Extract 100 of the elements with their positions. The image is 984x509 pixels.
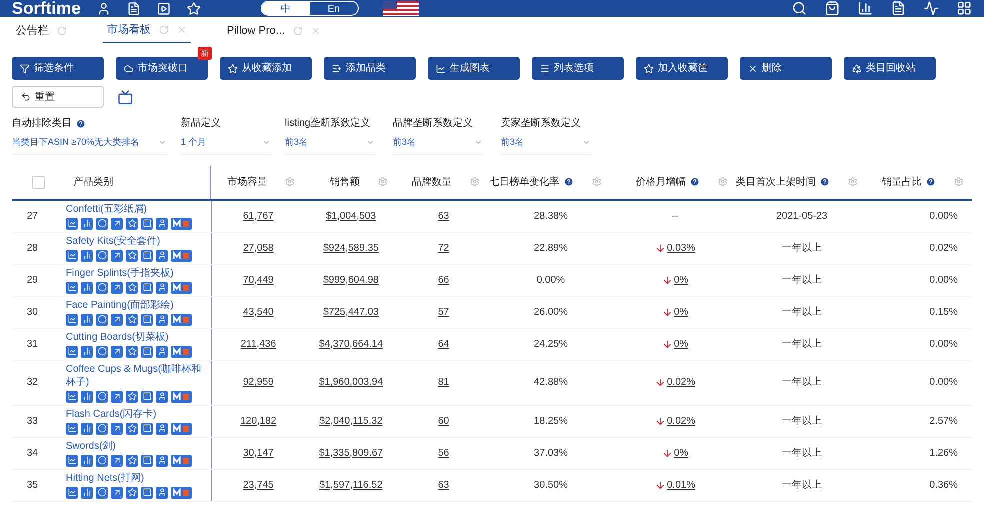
bar-chart-icon[interactable] [81,454,93,466]
bar-chart-icon[interactable] [81,422,93,434]
category-link[interactable]: Coffee Cups & Mugs(咖啡杯和杯子) [66,362,212,388]
category-link[interactable]: Finger Splints(手指夹板) [66,266,212,280]
line-chart-icon[interactable] [66,454,78,466]
brands-link[interactable]: 81 [438,375,450,390]
circle-icon[interactable] [96,390,108,402]
line-chart-icon[interactable] [66,282,78,294]
category-link[interactable]: Face Painting(面部彩绘) [66,298,212,312]
user-icon[interactable] [96,2,111,16]
square-icon[interactable] [141,346,153,358]
price-change-link[interactable]: 0.02% [667,375,696,390]
bag-icon[interactable] [825,1,840,16]
document-icon[interactable] [891,1,906,16]
select-field[interactable]: 当类目下ASIN ≥70%无大类排名 [12,136,167,154]
price-change-link[interactable]: 0.02% [667,414,696,428]
bar-chart-icon[interactable] [81,390,93,402]
bar-chart-icon[interactable] [81,346,93,358]
price-change-link[interactable]: 0.03% [667,240,696,256]
tv-icon[interactable] [118,90,133,104]
brands-link[interactable]: 57 [438,304,450,320]
circle-icon[interactable] [96,422,108,434]
category-link[interactable]: Hitting Nets(打网) [66,472,212,484]
sales-link[interactable]: $1,960,003.94 [319,375,384,390]
sales-link[interactable]: $725,447.03 [323,304,379,320]
help-icon[interactable] [564,177,574,187]
circle-icon[interactable] [96,346,108,358]
circle-icon[interactable] [96,314,108,326]
category-link[interactable]: Swords(剑) [66,440,212,452]
user-icon[interactable] [156,346,168,358]
price-change-link[interactable]: 0.01% [667,478,696,492]
select-field[interactable]: 前3名 [501,136,591,154]
star-icon[interactable] [126,422,138,434]
capacity-link[interactable]: 23,745 [243,478,274,492]
language-option[interactable]: En [310,2,358,15]
user-icon[interactable] [156,250,168,262]
brands-link[interactable]: 72 [438,240,450,256]
capacity-link[interactable]: 120,182 [240,414,277,428]
select-field[interactable]: 前3名 [285,136,375,154]
bar-chart-icon[interactable] [81,218,93,230]
logo-icon[interactable] [171,282,192,294]
sales-link[interactable]: $1,335,809.67 [319,446,384,460]
app-logo[interactable]: Sorftime [12,0,81,17]
star-icon[interactable] [126,454,138,466]
pulse-icon[interactable] [924,1,939,16]
select-field[interactable]: 前3名 [393,136,483,154]
sales-link[interactable]: $2,040,115.32 [320,414,383,428]
square-icon[interactable] [141,486,153,498]
toolbar-button[interactable]: 生成图表 [428,57,520,80]
brands-link[interactable]: 63 [438,208,450,224]
capacity-link[interactable]: 30,147 [243,446,274,460]
square-icon[interactable] [141,282,153,294]
square-icon[interactable] [141,250,153,262]
user-icon[interactable] [156,454,168,466]
star-icon[interactable] [126,250,138,262]
user-icon[interactable] [156,486,168,498]
line-chart-icon[interactable] [66,422,78,434]
document-icon[interactable] [126,2,141,16]
logo-icon[interactable] [171,390,192,402]
circle-icon[interactable] [96,250,108,262]
brands-link[interactable]: 63 [438,478,450,492]
user-icon[interactable] [156,422,168,434]
user-icon[interactable] [156,390,168,402]
circle-icon[interactable] [96,282,108,294]
square-icon[interactable] [141,218,153,230]
user-icon[interactable] [156,218,168,230]
help-icon[interactable] [76,118,86,128]
logo-icon[interactable] [171,314,192,326]
logo-icon[interactable] [171,250,192,262]
logo-icon[interactable] [171,486,192,498]
sales-link[interactable]: $999,604.98 [323,272,379,288]
line-chart-icon[interactable] [66,250,78,262]
search-icon[interactable] [792,1,807,16]
circle-icon[interactable] [96,218,108,230]
capacity-link[interactable]: 211,436 [240,336,276,352]
star-icon[interactable] [126,314,138,326]
toolbar-button[interactable]: 加入收藏筐 [636,57,728,80]
toolbar-button[interactable]: 筛选条件 [12,57,104,80]
logo-icon[interactable] [171,454,192,466]
price-change-link[interactable]: 0% [674,304,689,320]
toolbar-button[interactable]: 列表选项 [532,57,624,80]
star-icon[interactable] [126,346,138,358]
select-field[interactable]: 1 个月 [181,136,271,154]
logo-icon[interactable] [171,218,192,230]
play-icon[interactable] [156,2,171,16]
line-chart-icon[interactable] [66,390,78,402]
help-icon[interactable] [926,177,936,187]
bar-chart-icon[interactable] [858,1,873,16]
logo-icon[interactable] [171,346,192,358]
line-chart-icon[interactable] [66,346,78,358]
checkbox[interactable] [32,176,46,188]
star-icon[interactable] [186,2,201,16]
sales-link[interactable]: $1,004,503 [326,208,376,224]
reset-button[interactable]: 重置 [12,86,104,108]
line-chart-icon[interactable] [66,314,78,326]
capacity-link[interactable]: 70,449 [243,272,274,288]
toolbar-button[interactable]: 删除 [740,57,832,80]
capacity-link[interactable]: 61,767 [243,208,274,224]
toolbar-button[interactable]: 从收藏添加 [220,57,312,80]
line-chart-icon[interactable] [66,486,78,498]
